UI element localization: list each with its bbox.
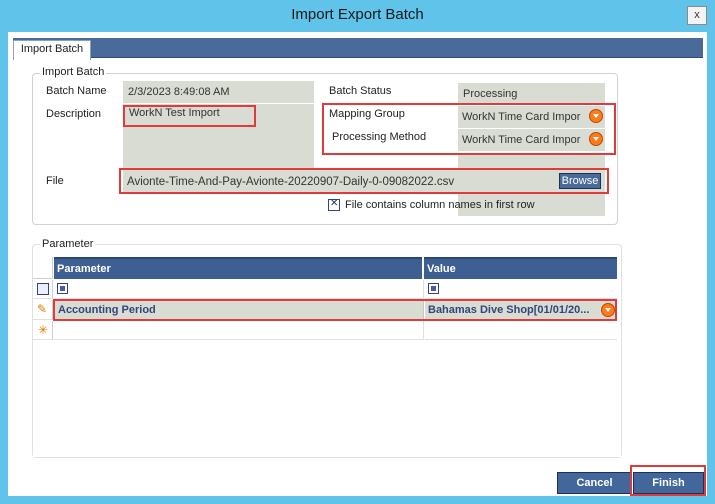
edit-pencil-icon: ✎ bbox=[37, 302, 48, 316]
import-batch-group-label: Import Batch bbox=[40, 66, 107, 78]
description-value: WorkN Test Import bbox=[129, 107, 220, 119]
filter-row-indicator bbox=[33, 280, 53, 299]
window-title: Import Export Batch bbox=[291, 6, 424, 23]
processing-method-dropdown-icon[interactable] bbox=[589, 132, 603, 146]
title-bar: Import Export Batch x bbox=[0, 0, 715, 32]
new-row-indicator: ✳ bbox=[33, 321, 53, 340]
batch-status-value: Processing bbox=[463, 88, 518, 100]
new-row-parameter[interactable] bbox=[54, 321, 424, 340]
filter-icon[interactable] bbox=[37, 283, 49, 295]
tab-strip: Import Batch bbox=[13, 38, 703, 60]
batch-name-label: Batch Name bbox=[46, 85, 107, 97]
new-row-value[interactable] bbox=[425, 321, 617, 340]
processing-method-value: WorkN Time Card Impor bbox=[462, 134, 581, 146]
mapping-group-value: WorkN Time Card Impor bbox=[462, 111, 581, 123]
batch-name-field: 2/3/2023 8:49:08 AM bbox=[123, 81, 314, 103]
row-parameter-text: Accounting Period bbox=[58, 304, 156, 316]
mapping-group-dropdown-icon[interactable] bbox=[589, 109, 603, 123]
processing-method-select[interactable]: WorkN Time Card Impor bbox=[458, 129, 605, 151]
filter-parameter-checkbox[interactable] bbox=[57, 283, 68, 294]
tab-import-batch[interactable]: Import Batch bbox=[13, 40, 91, 60]
parameter-grid: Parameter Value ✎ Accounting Period Baha… bbox=[33, 257, 621, 457]
new-row-star-icon: ✳ bbox=[38, 323, 49, 337]
processing-method-label: Processing Method bbox=[332, 131, 427, 143]
file-value: Avionte-Time-And-Pay-Avionte-20220907-Da… bbox=[127, 176, 455, 188]
header-row-checkbox-label: File contains column names in first row bbox=[345, 199, 535, 211]
grid-corner bbox=[33, 257, 53, 279]
batch-name-value: 2/3/2023 8:49:08 AM bbox=[128, 86, 230, 98]
filter-cell-parameter[interactable] bbox=[54, 280, 424, 299]
column-header-parameter[interactable]: Parameter bbox=[54, 257, 422, 279]
batch-status-field: Processing bbox=[458, 83, 605, 105]
file-field[interactable]: Avionte-Time-And-Pay-Avionte-20220907-Da… bbox=[123, 170, 605, 194]
mapping-group-label: Mapping Group bbox=[329, 108, 405, 120]
header-row-checkbox[interactable] bbox=[328, 198, 340, 211]
column-header-value[interactable]: Value bbox=[424, 257, 617, 279]
parameter-group-label: Parameter bbox=[40, 238, 96, 250]
filter-cell-value[interactable] bbox=[425, 280, 617, 299]
table-row-value[interactable]: Bahamas Dive Shop[01/01/20... bbox=[425, 300, 617, 320]
value-dropdown-icon[interactable] bbox=[601, 303, 615, 317]
browse-button[interactable]: Browse bbox=[559, 173, 601, 189]
close-button[interactable]: x bbox=[687, 6, 707, 25]
filter-value-checkbox[interactable] bbox=[428, 283, 439, 294]
table-row-parameter[interactable]: Accounting Period bbox=[54, 300, 424, 320]
mapping-group-select[interactable]: WorkN Time Card Impor bbox=[458, 106, 605, 128]
finish-button[interactable]: Finish bbox=[633, 472, 704, 494]
description-label: Description bbox=[46, 108, 102, 120]
dialog-body: Import Batch Import Batch Batch Name 2/3… bbox=[8, 32, 707, 496]
data-row-indicator: ✎ bbox=[33, 300, 53, 320]
batch-status-label: Batch Status bbox=[329, 85, 392, 97]
cancel-button[interactable]: Cancel bbox=[557, 472, 632, 494]
file-label: File bbox=[46, 175, 64, 187]
row-value-text: Bahamas Dive Shop[01/01/20... bbox=[428, 304, 590, 316]
